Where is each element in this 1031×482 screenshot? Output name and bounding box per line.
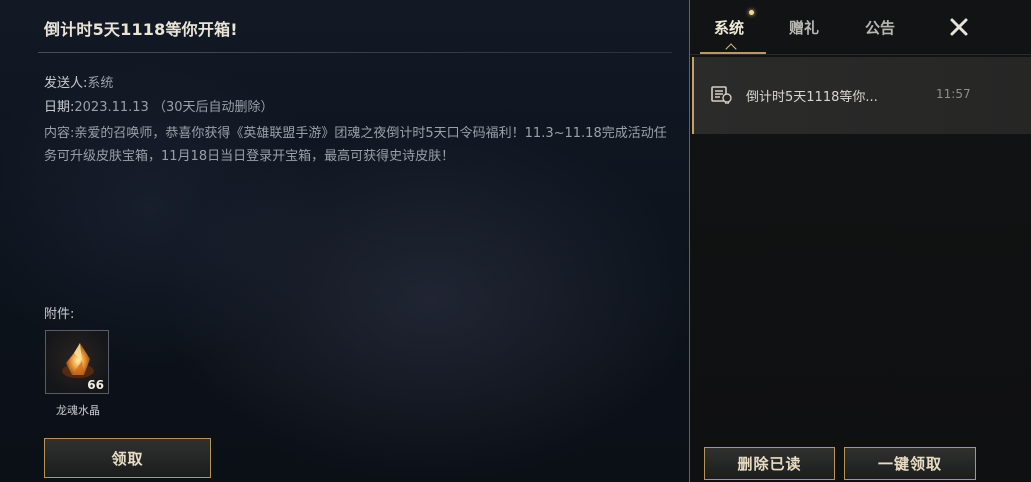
mail-title: 倒计时5天1118等你开箱!	[44, 20, 238, 39]
mail-window: 倒计时5天1118等你开箱! 发送人:系统 日期:2023.11.13 （30天…	[0, 0, 1031, 482]
mail-sender: 发送人:系统	[44, 72, 113, 91]
date-label: 日期:	[44, 100, 75, 115]
attachment-count: 66	[87, 378, 104, 392]
title-divider	[38, 52, 672, 53]
tab-gift[interactable]: 赠礼	[789, 17, 819, 38]
mail-detail-pane: 倒计时5天1118等你开箱! 发送人:系统 日期:2023.11.13 （30天…	[0, 0, 688, 482]
content-label: 内容:	[44, 126, 75, 141]
attachments-label: 附件:	[44, 307, 75, 322]
tabs-divider	[690, 54, 1031, 55]
delete-read-button[interactable]: 删除已读	[704, 447, 835, 480]
sender-value: 系统	[87, 76, 114, 91]
mail-content: 内容:亲爱的召唤师，恭喜你获得《英雄联盟手游》团魂之夜倒计时5天口令码福利！11…	[44, 122, 674, 168]
mail-scroll-icon	[711, 86, 732, 104]
mail-date: 日期:2023.11.13 （30天后自动删除）	[44, 96, 274, 115]
content-text: 亲爱的召唤师，恭喜你获得《英雄联盟手游》团魂之夜倒计时5天口令码福利！11.3~…	[44, 126, 667, 164]
attachment-name: 龙魂水晶	[56, 404, 100, 417]
attachment-item-slot[interactable]: 66	[45, 330, 109, 394]
tab-notice[interactable]: 公告	[865, 17, 895, 38]
mail-list-pane: 系统 赠礼 公告 倒计时5天1118等你... 11:57 删除已读 一键领取	[689, 0, 1031, 482]
sender-label: 发送人:	[44, 76, 88, 91]
claim-all-button[interactable]: 一键领取	[844, 447, 976, 480]
dragon-soul-crystal-icon	[62, 343, 94, 378]
close-icon[interactable]	[946, 14, 972, 40]
mail-list-item[interactable]: 倒计时5天1118等你... 11:57	[692, 57, 1031, 134]
claim-button[interactable]: 领取	[44, 438, 211, 478]
mail-item-subject: 倒计时5天1118等你...	[746, 90, 878, 105]
tab-system[interactable]: 系统	[714, 17, 744, 38]
new-mail-dot	[749, 10, 754, 15]
mail-item-time: 11:57	[936, 87, 971, 101]
date-value: 2023.11.13 （30天后自动删除）	[74, 100, 274, 115]
